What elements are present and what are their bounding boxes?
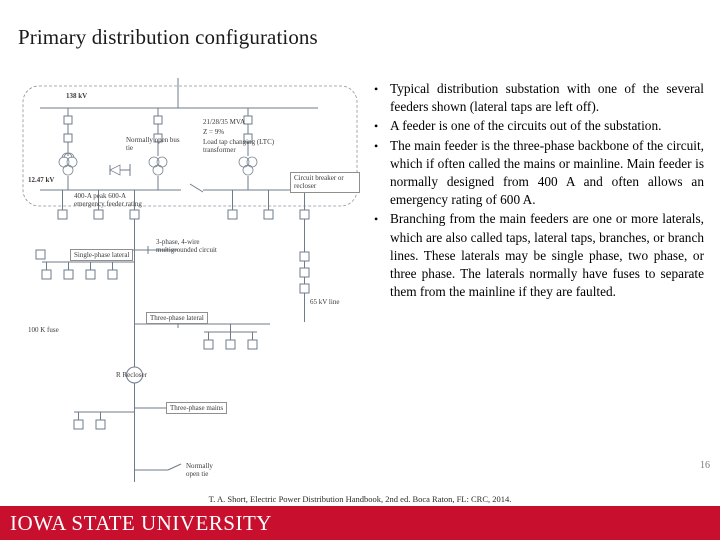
page-title: Primary distribution configurations: [18, 25, 318, 49]
list-item: • The main feeder is the three-phase bac…: [374, 137, 704, 210]
bullet-marker-icon: •: [374, 82, 379, 96]
label-circuit-breaker: Circuit breaker or recloser: [290, 172, 360, 193]
label-single-phase-lateral: Single-phase lateral: [70, 249, 134, 262]
distribution-diagram: .ln { stroke:#6f7b8a; stroke-width:1; fi…: [18, 72, 370, 490]
bullet-marker-icon: •: [374, 138, 379, 153]
bullet-text: The main feeder is the three-phase backb…: [390, 137, 704, 208]
bullet-list: • Typical distribution substation with o…: [374, 80, 704, 302]
list-item: • Typical distribution substation with o…: [374, 80, 704, 116]
page-number: 16: [700, 460, 710, 471]
label-mv-bus: 12.47 kV: [28, 176, 55, 184]
bullet-text: Typical distribution substation with one…: [390, 81, 704, 115]
label-feeder-rating: 400-A peak 600-A emergency feeder rating: [74, 192, 142, 209]
label-recloser: R Recloser: [116, 371, 147, 379]
list-item: • Branching from the main feeders are on…: [374, 210, 704, 301]
label-normally-open-bus-tie: Normally open bus tie: [126, 136, 180, 153]
university-logo: IOWA STATE UNIVERSITY: [10, 511, 272, 535]
label-65kv-line: 65 kV line: [310, 298, 340, 306]
label-ltc-transformer: Load tap changing (LTC) transformer: [203, 138, 275, 155]
citation: T. A. Short, Electric Power Distribution…: [208, 494, 512, 504]
diagram-svg: .ln { stroke:#6f7b8a; stroke-width:1; fi…: [22, 78, 358, 482]
bullet-marker-icon: •: [374, 212, 379, 227]
bullet-marker-icon: •: [374, 119, 379, 134]
label-normally-open-tie: Normally open tie: [186, 462, 213, 479]
list-item: • A feeder is one of the circuits out of…: [374, 117, 704, 135]
label-three-phase-mains: Three-phase mains: [166, 402, 228, 415]
label-transformer-rating: 21/28/35 MVA: [203, 118, 246, 126]
bullet-text: Branching from the main feeders are one …: [390, 211, 704, 300]
label-three-phase-lateral: Three-phase lateral: [146, 312, 208, 325]
footer-bar: IOWA STATE UNIVERSITY: [0, 506, 720, 540]
label-hv-bus: 138 kV: [66, 92, 88, 100]
label-transformer-impedance: Z = 9%: [203, 128, 225, 136]
label-fuse: 100 K fuse: [28, 326, 59, 334]
bullet-text: A feeder is one of the circuits out of t…: [390, 118, 662, 134]
label-three-phase-four-wire: 3-phase, 4-wire multigrounded circuit: [156, 238, 217, 255]
slide: Primary distribution configurations .ln …: [0, 0, 720, 540]
